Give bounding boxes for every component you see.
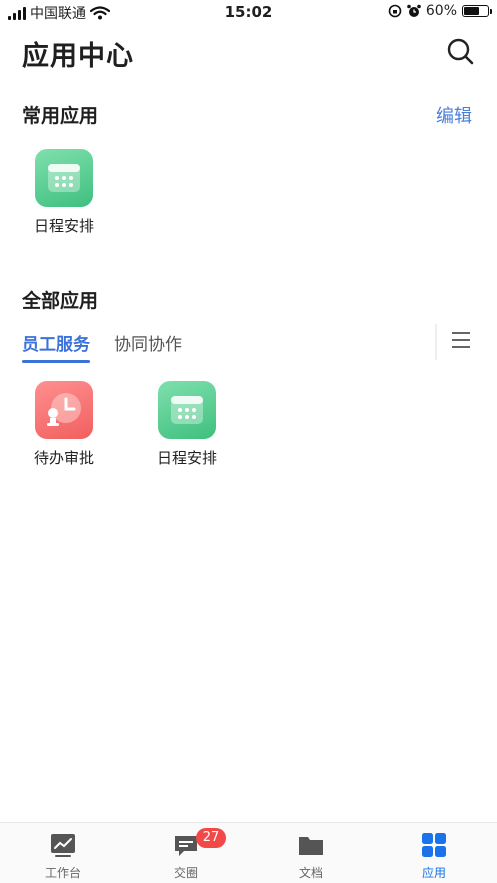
approval-clock-icon bbox=[35, 381, 93, 439]
tabbar-label: 文档 bbox=[298, 866, 323, 880]
app-pending-approval[interactable]: 待办审批 bbox=[19, 381, 109, 468]
status-bar: 中国联通 15:02 60% bbox=[0, 0, 497, 26]
tabbar-label: 工作台 bbox=[44, 866, 81, 880]
tab-staff-services[interactable]: 员工服务 bbox=[22, 330, 90, 363]
frequent-apps-title: 常用应用 bbox=[22, 105, 99, 127]
grid-apps-icon bbox=[422, 833, 446, 857]
status-right: 60% bbox=[388, 3, 492, 19]
edit-button[interactable]: 编辑 bbox=[436, 102, 472, 128]
rotation-lock-icon bbox=[388, 4, 402, 18]
alarm-icon bbox=[407, 4, 421, 17]
category-tabs: 员工服务 协同协作 bbox=[22, 330, 182, 363]
frequent-app-schedule[interactable]: 日程安排 bbox=[19, 149, 109, 236]
app-label: 日程安排 bbox=[33, 217, 94, 235]
all-apps-title: 全部应用 bbox=[22, 290, 99, 312]
menu-icon[interactable] bbox=[452, 332, 470, 350]
app-label: 待办审批 bbox=[33, 449, 94, 467]
tabbar-item-docs[interactable]: 文档 bbox=[271, 832, 351, 881]
tabbar-item-workbench[interactable]: 工作台 bbox=[23, 832, 103, 881]
app-schedule[interactable]: 日程安排 bbox=[142, 381, 232, 468]
calendar-icon bbox=[158, 381, 216, 439]
tabs-divider bbox=[435, 324, 437, 360]
folder-icon bbox=[299, 837, 323, 855]
battery-icon bbox=[462, 5, 492, 17]
workbench-chart-icon bbox=[51, 834, 75, 857]
calendar-icon bbox=[35, 149, 93, 207]
tabbar-label: 交圈 bbox=[173, 866, 198, 880]
chat-unread-badge: 27 bbox=[196, 828, 226, 848]
search-icon[interactable] bbox=[446, 37, 474, 65]
page-title: 应用中心 bbox=[22, 41, 134, 72]
battery-percent: 60% bbox=[425, 3, 457, 19]
app-label: 日程安排 bbox=[156, 449, 217, 467]
bottom-tab-bar: 工作台 交圈 文档 应用 bbox=[0, 822, 497, 883]
tabbar-item-apps[interactable]: 应用 bbox=[394, 832, 474, 881]
tab-collaboration[interactable]: 协同协作 bbox=[114, 330, 182, 361]
tabbar-label: 应用 bbox=[421, 866, 446, 880]
